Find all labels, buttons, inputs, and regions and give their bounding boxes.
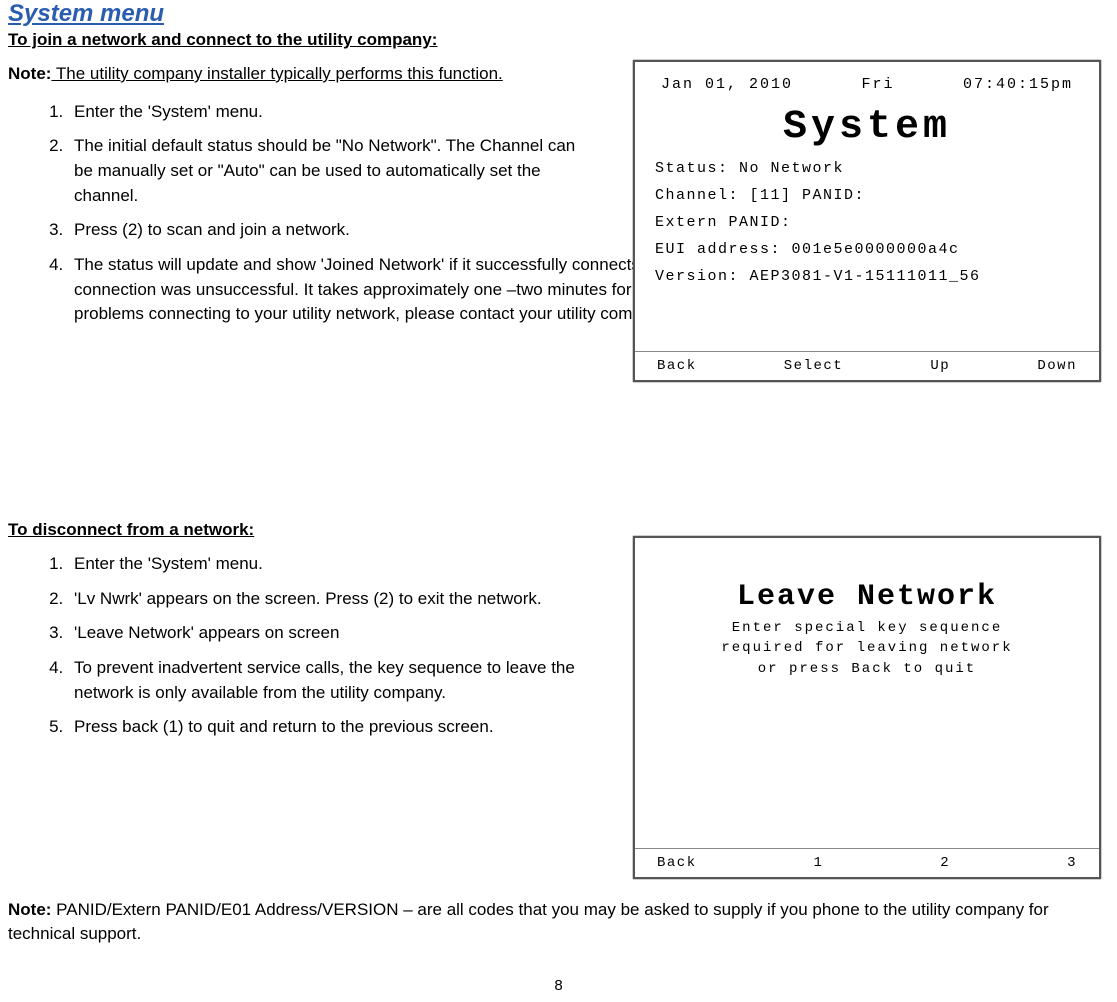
btn-3[interactable]: 3 [1067, 855, 1077, 871]
note-label: Note: [8, 64, 51, 83]
sys-date: Jan 01, 2010 [661, 76, 793, 93]
step-item: The initial default status should be "No… [68, 134, 588, 208]
btn-back[interactable]: Back [657, 358, 697, 374]
step-item: Enter the 'System' menu. [68, 100, 588, 125]
screenshot-leave: Leave Network Enter special key sequence… [633, 536, 1101, 879]
btn-down[interactable]: Down [1037, 358, 1077, 374]
sys-status: Status: No Network [655, 160, 1079, 177]
sys-day: Fri [862, 76, 895, 93]
sys-extern: Extern PANID: [655, 214, 1079, 231]
btn-select[interactable]: Select [784, 358, 843, 374]
step-item: Press back (1) to quit and return to the… [68, 715, 608, 740]
leave-title: Leave Network [655, 580, 1079, 614]
btn-up[interactable]: Up [930, 358, 950, 374]
system-datetime: Jan 01, 2010 Fri 07:40:15pm [655, 76, 1079, 93]
page-number: 8 [0, 977, 1117, 994]
note-text: The utility company installer typically … [51, 64, 502, 83]
section1-title: To join a network and connect to the uti… [8, 30, 1109, 50]
step-item: 'Leave Network' appears on screen [68, 621, 608, 646]
leave-line2: required for leaving network [721, 640, 1012, 656]
step-item: 'Lv Nwrk' appears on the screen. Press (… [68, 587, 608, 612]
btn-back[interactable]: Back [657, 855, 697, 871]
leave-subtext: Enter special key sequence required for … [655, 618, 1079, 679]
btn-2[interactable]: 2 [940, 855, 950, 871]
section-join: To join a network and connect to the uti… [8, 30, 1109, 460]
page-title: System menu [8, 0, 1109, 28]
system-buttons: Back Select Up Down [635, 351, 1099, 380]
section-disconnect: To disconnect from a network: Enter the … [8, 520, 1109, 880]
btn-1[interactable]: 1 [814, 855, 824, 871]
sys-eui: EUI address: 001e5e0000000a4c [655, 241, 1079, 258]
section1-note: Note: The utility company installer typi… [8, 62, 568, 86]
note2-text: PANID/Extern PANID/E01 Address/VERSION –… [8, 900, 1049, 943]
leave-buttons: Back 1 2 3 [635, 848, 1099, 877]
screenshot-system: Jan 01, 2010 Fri 07:40:15pm System Statu… [633, 60, 1101, 382]
note2-label: Note: [8, 900, 51, 919]
note2: Note: PANID/Extern PANID/E01 Address/VER… [8, 898, 1109, 946]
system-screen-title: System [655, 105, 1079, 150]
sys-time: 07:40:15pm [963, 76, 1073, 93]
sys-version: Version: AEP3081-V1-15111011_56 [655, 268, 1079, 285]
step-item: Enter the 'System' menu. [68, 552, 608, 577]
step-item: Press (2) to scan and join a network. [68, 218, 588, 243]
sys-channel: Channel: [11] PANID: [655, 187, 1079, 204]
leave-line3: or press Back to quit [758, 661, 976, 677]
leave-line1: Enter special key sequence [732, 620, 1002, 636]
step-item: To prevent inadvertent service calls, th… [68, 656, 608, 705]
